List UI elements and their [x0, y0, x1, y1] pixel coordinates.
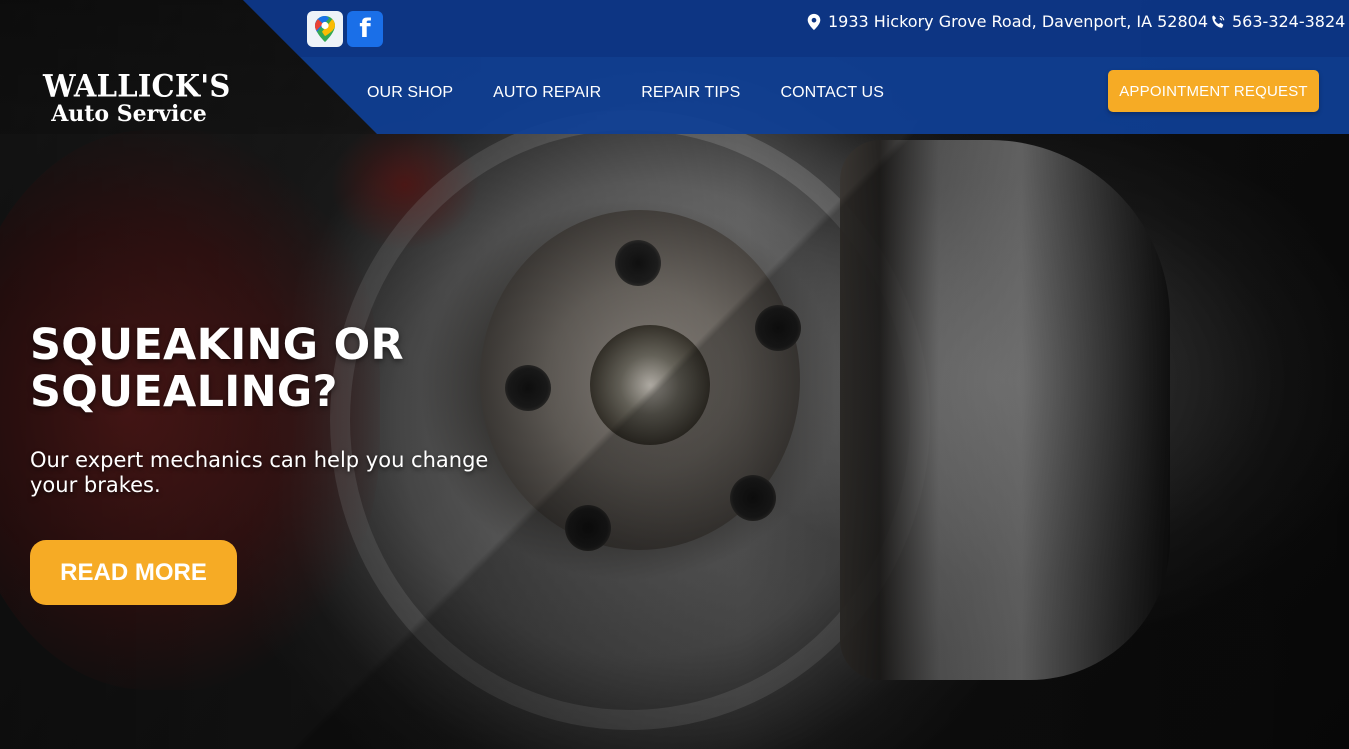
map-pin-icon — [807, 13, 821, 30]
nav-item-repair-tips[interactable]: REPAIR TIPS — [641, 84, 740, 102]
address-text: 1933 Hickory Grove Road, Davenport, IA 5… — [828, 12, 1209, 31]
nav-item-contact-us[interactable]: CONTACT US — [780, 84, 884, 102]
logo-subtitle: Auto Service — [51, 101, 207, 127]
site-logo[interactable]: WALLICK'S Auto Service — [43, 68, 231, 127]
subline-line-1: Our expert mechanics can help you change — [30, 448, 489, 472]
nav-item-auto-repair[interactable]: AUTO REPAIR — [493, 84, 601, 102]
headline-line-2: SQUEALING? — [30, 367, 338, 417]
header-address[interactable]: 1933 Hickory Grove Road, Davenport, IA 5… — [806, 12, 1208, 31]
phone-icon — [1212, 14, 1225, 28]
header-phone[interactable]: 563-324-3824 — [1210, 12, 1345, 31]
logo-title: WALLICK'S — [43, 68, 231, 104]
google-maps-icon — [315, 16, 335, 42]
phone-text: 563-324-3824 — [1232, 12, 1346, 31]
subline-line-2: your brakes. — [30, 473, 161, 497]
google-maps-link[interactable] — [307, 11, 343, 47]
read-more-button[interactable]: READ MORE — [30, 540, 237, 605]
facebook-link[interactable]: f — [347, 11, 383, 47]
appointment-request-button[interactable]: APPOINTMENT REQUEST — [1108, 70, 1319, 112]
facebook-icon: f — [359, 14, 371, 44]
main-nav: OUR SHOP AUTO REPAIR REPAIR TIPS CONTACT… — [367, 84, 884, 102]
hero-subheadline: Our expert mechanics can help you change… — [30, 448, 550, 498]
hero-headline: SQUEAKING OR SQUEALING? — [30, 322, 550, 416]
headline-line-1: SQUEAKING OR — [30, 320, 404, 370]
nav-item-our-shop[interactable]: OUR SHOP — [367, 84, 453, 102]
